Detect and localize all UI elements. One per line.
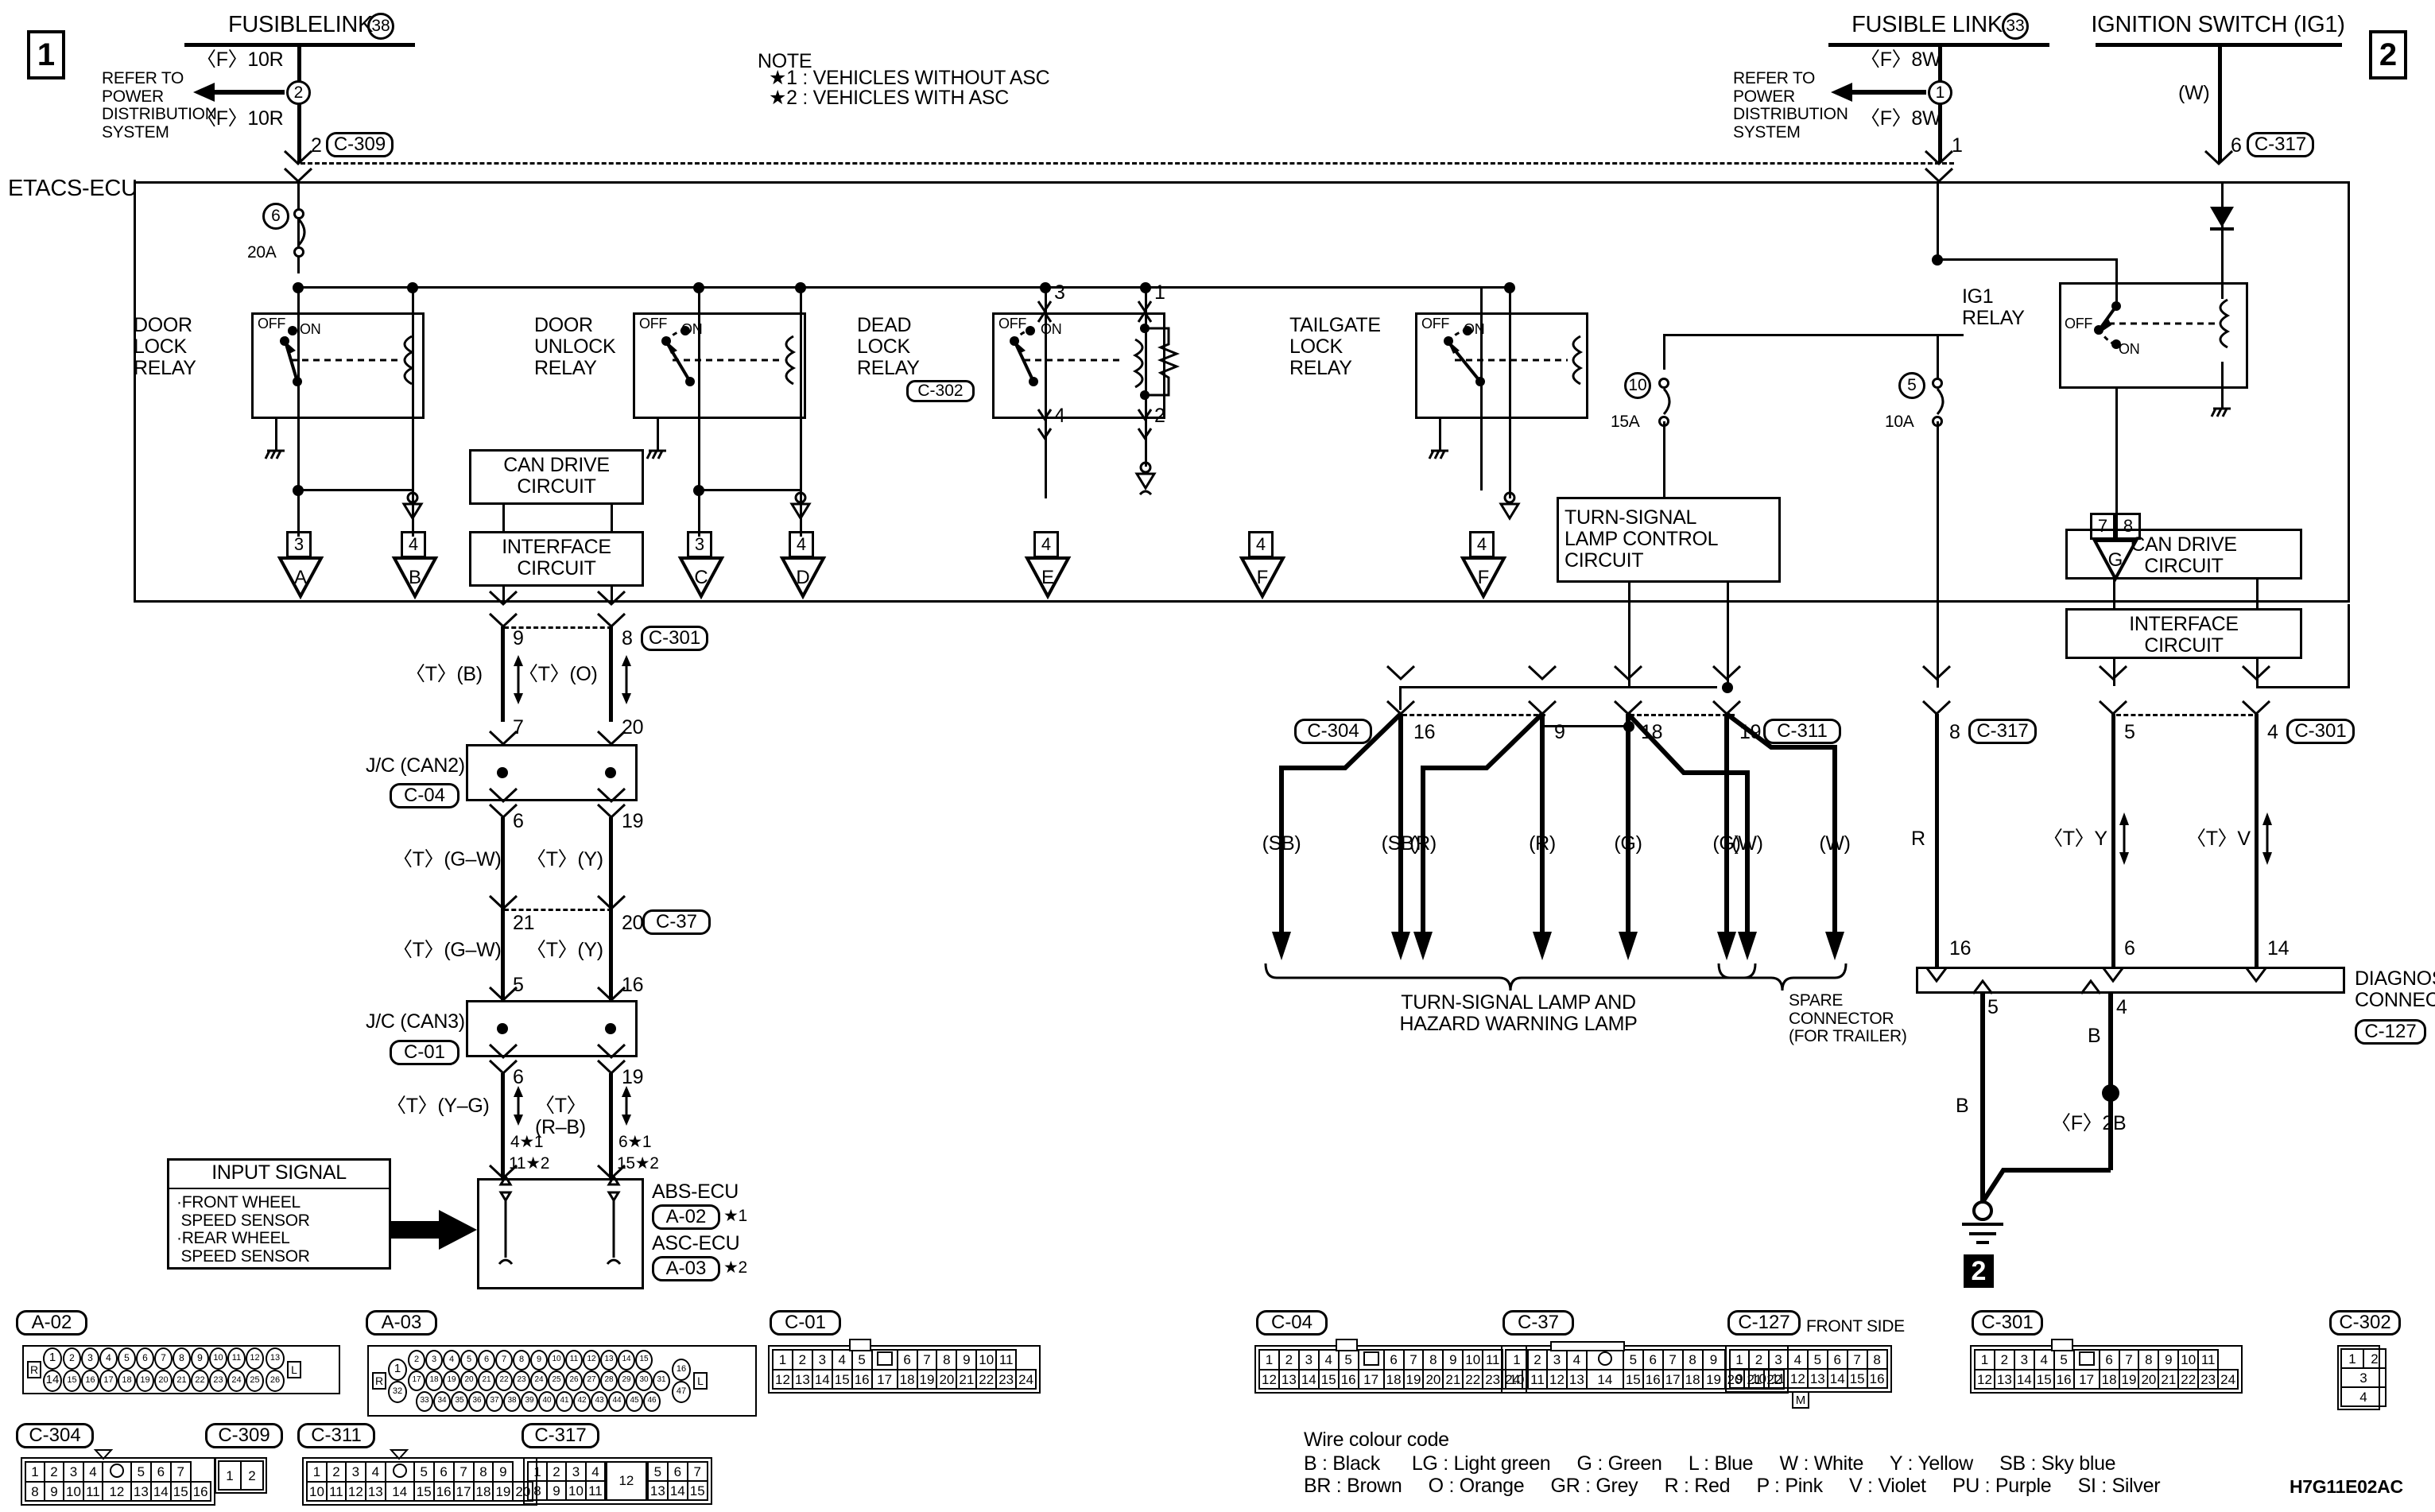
connector-table-label-c309: C-309 <box>205 1423 283 1448</box>
connector-table-c127: 12345678 9 10 11 12 13 14 15 16 M <box>1725 1345 1892 1409</box>
connector-table-label-c304: C-304 <box>16 1423 94 1448</box>
diag-ground-wiring <box>1962 994 2119 1244</box>
connector-table-a02: R 1 14 2 3 4 5 6 7 8 9 10 11 12 15 16 17 18 19 20 21 22 23… <box>22 1345 340 1394</box>
connector-table-c301: 1 2 3 4 5 6 7 8 9 10 11 12 13 14 15 16 17 18 19 20 21 22 23 24 <box>1970 1339 2243 1394</box>
connector-table-label-c317: C-317 <box>522 1423 599 1448</box>
connector-table-c01: 1 2 3 4 5 6 7 8 9 10 11 12 13 14 15 16 17 18 19 20 21 22 23 24 <box>768 1339 1041 1394</box>
connector-table-c317: 1 2 3 4 8 9 10 11 12 5 6 7 13 14 15 <box>523 1457 712 1505</box>
connector-table-a03: R 1 32 2 3 4 5 6 7 8 9 10 11 12 13 14 15 17 18 19 20 21 22… <box>367 1345 757 1417</box>
connector-table-label-c127: C-127 <box>1727 1310 1801 1336</box>
page-badge-ground-ref: 2 <box>1964 1254 1994 1288</box>
wire-colour-code-title: Wire colour code <box>1304 1429 1449 1451</box>
connector-table-label-c302: C-302 <box>2329 1310 2401 1336</box>
connector-table-label-c04: C-04 <box>1256 1310 1328 1336</box>
connector-table-label-c301: C-301 <box>1972 1310 2043 1336</box>
wire-colour-code-line1: B : Black LG : Light green G : Green L :… <box>1304 1452 2116 1475</box>
a02-side-l: L <box>287 1361 301 1378</box>
connector-table-label-c37: C-37 <box>1502 1310 1574 1336</box>
connector-table-label-c311: C-311 <box>297 1423 375 1448</box>
c127-bottom-tab: M <box>1792 1391 1809 1409</box>
wire-colour-code-line2: BR : Brown O : Orange GR : Grey R : Red … <box>1304 1475 2161 1497</box>
c311-tab-triangle <box>389 1449 409 1460</box>
c37-tab <box>1550 1341 1625 1351</box>
c301-tab <box>2051 1339 2073 1351</box>
connector-table-c304: 1234567 8 9 10 11 12 13 14 15 16 <box>21 1449 215 1506</box>
c304-tab-triangle <box>93 1449 114 1460</box>
a02-side-r: R <box>27 1361 41 1378</box>
connector-table-label-a02: A-02 <box>16 1310 87 1336</box>
c04-tab <box>1336 1339 1358 1351</box>
a03-side-l: L <box>693 1372 708 1390</box>
connector-table-label-a03: A-03 <box>366 1310 437 1336</box>
connector-table-c04: 1 2 3 4 5 6 7 8 9 10 11 12 13 14 15 16 17 18 19 20 21 22 23 24 <box>1254 1339 1528 1394</box>
diagram-code: H7G11E02AC <box>2290 1476 2403 1497</box>
connector-table-c311: 123456789 10 11 12 13 14 15 16 17 18 19 20 <box>302 1449 538 1506</box>
c127-front-side-note: FRONT SIDE <box>1806 1317 1905 1336</box>
connector-table-label-c01: C-01 <box>770 1310 841 1336</box>
connector-table-c302: 12 3 4 <box>2337 1345 2387 1410</box>
a03-side-r: R <box>372 1372 386 1390</box>
connector-table-c309: 12 <box>215 1457 267 1494</box>
c01-tab <box>849 1339 871 1351</box>
